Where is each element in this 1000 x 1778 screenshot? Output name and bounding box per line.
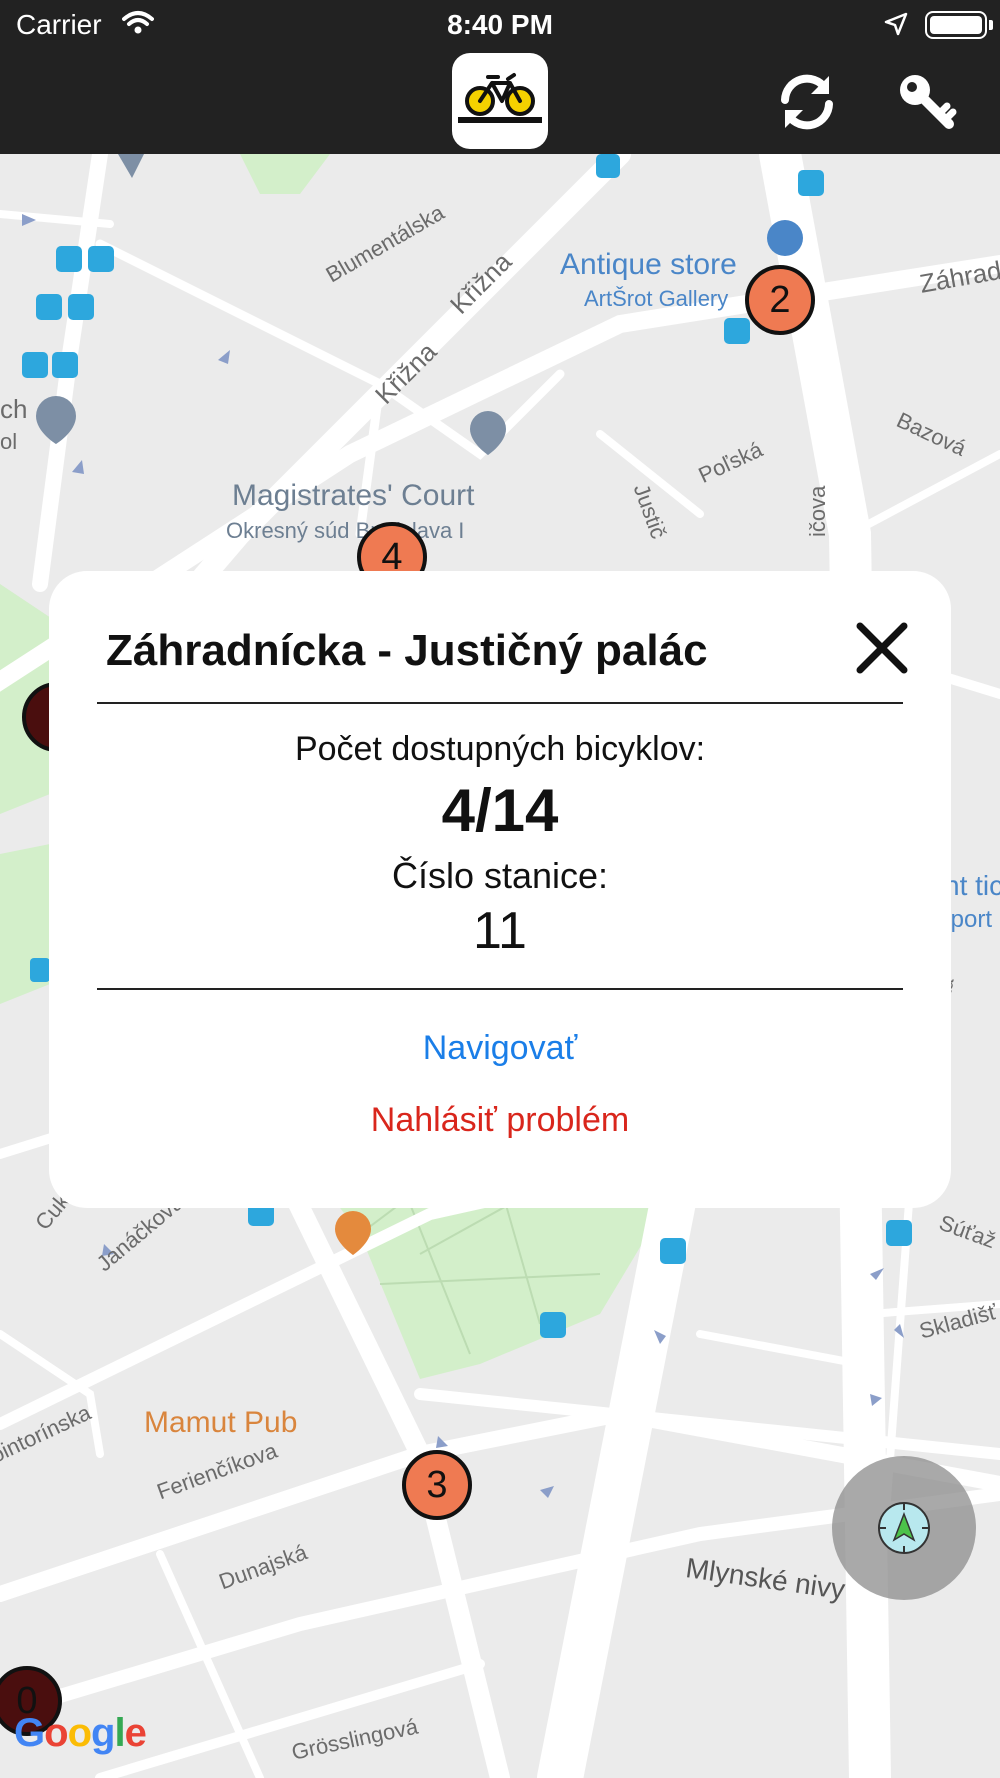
app-logo	[452, 53, 548, 149]
refresh-icon	[781, 74, 833, 130]
station-marker-2[interactable]: 2	[745, 265, 815, 335]
station-label: Číslo stanice:	[391, 855, 609, 896]
close-icon	[856, 622, 908, 674]
google-logo: Google	[14, 1711, 147, 1755]
poi-mamut-pub[interactable]: Mamut Pub	[144, 1406, 297, 1440]
available-value: 4/14	[441, 777, 559, 844]
poi-artsrot-gallery[interactable]: ArtŠrot Gallery	[584, 286, 728, 312]
report-problem-link[interactable]: Nahlásiť problém	[49, 1101, 951, 1140]
close-button[interactable]	[852, 618, 912, 678]
divider	[97, 702, 903, 704]
available-label: Počet dostupných bicyklov:	[294, 730, 706, 768]
status-time: 8:40 PM	[447, 9, 553, 40]
street-label-left-edge-2: ol	[0, 429, 18, 454]
battery-tip	[989, 20, 993, 30]
refresh-button[interactable]	[775, 70, 839, 134]
nav-bar	[0, 50, 1000, 154]
status-bar: Carrier 8:40 PM	[0, 0, 1000, 50]
station-marker-3[interactable]: 3	[402, 1450, 472, 1520]
street-label-left-edge-1: ch	[0, 394, 28, 424]
street-label-right-edge-2: tport	[944, 906, 993, 933]
station-popup: Záhradnícka - Justičný palác Počet dostu…	[49, 571, 951, 1208]
street-label-racova: ičova	[805, 485, 830, 537]
poi-antique-store[interactable]: Antique store	[560, 248, 737, 282]
compass-locate-icon	[878, 1502, 930, 1554]
navigate-link[interactable]: Navigovať	[49, 1029, 951, 1068]
bicycle-icon	[458, 73, 542, 123]
poi-magistrates-court[interactable]: Magistrates' Court	[232, 479, 474, 513]
location-arrow-icon	[884, 12, 908, 36]
battery-icon	[925, 11, 987, 39]
street-label-right-edge-1: nt tic	[944, 870, 1000, 901]
popup-title: Záhradnícka - Justičný palác	[106, 626, 708, 675]
station-value: 11	[473, 902, 527, 960]
key-button[interactable]	[895, 70, 959, 134]
poi-okresny-sud[interactable]: Okresný súd Bratislava I	[226, 518, 464, 544]
key-icon	[900, 75, 957, 129]
locate-me-button[interactable]	[832, 1456, 976, 1600]
divider	[97, 988, 903, 990]
